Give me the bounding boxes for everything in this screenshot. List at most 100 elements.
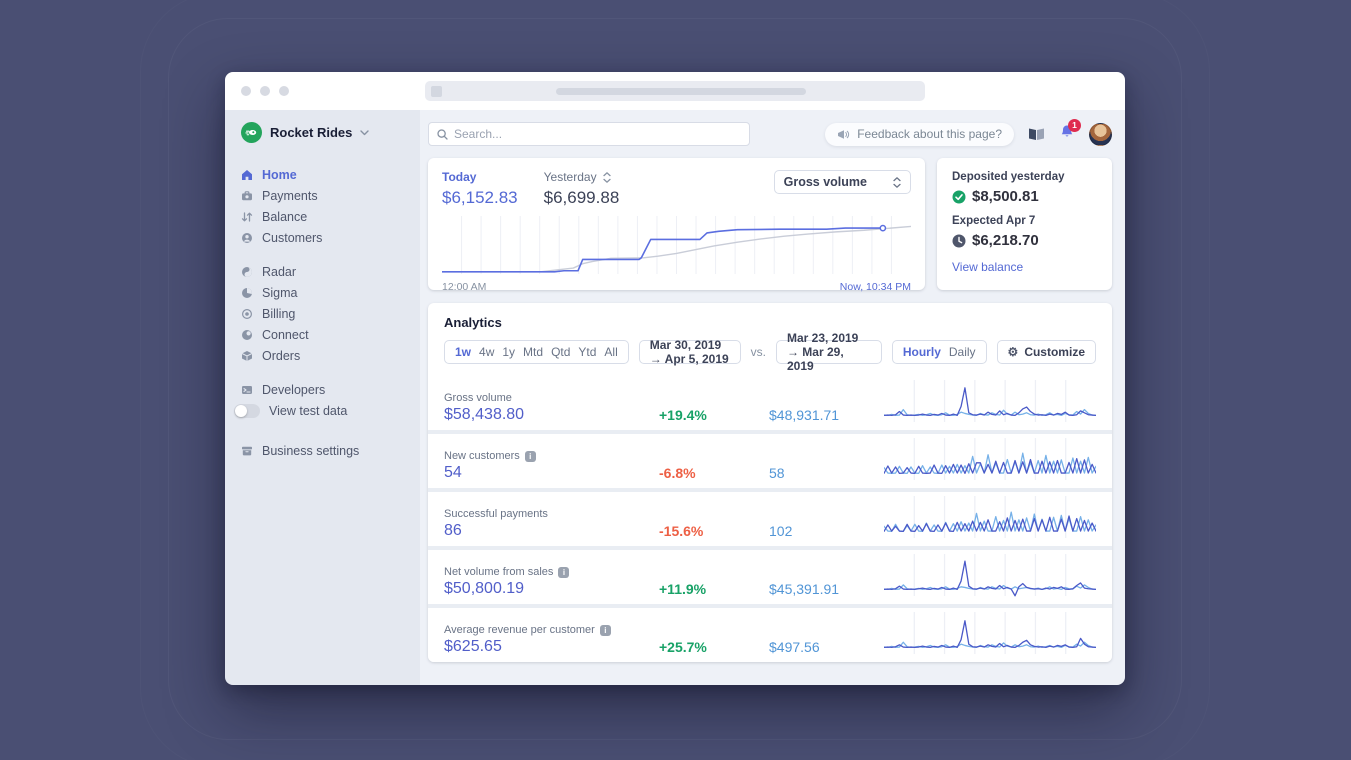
search-input[interactable] (454, 127, 741, 141)
metric-previous-value: $45,391.91 (769, 581, 840, 597)
payments-icon (241, 190, 253, 202)
nav-group-products: Radar Sigma Billing Connect Orders (241, 262, 420, 366)
sidebar-item-business-settings[interactable]: Business settings (241, 441, 420, 461)
metric-delta: +11.9% (659, 581, 707, 597)
metric-label: Successful payments (444, 508, 548, 520)
notifications-button[interactable]: 1 (1059, 118, 1081, 145)
preset-4w[interactable]: 4w (479, 345, 494, 359)
toggle-knob (235, 405, 247, 417)
preset-all[interactable]: All (604, 345, 617, 359)
clock-icon (952, 234, 966, 247)
window-maximize-dot[interactable] (279, 86, 289, 96)
preset-ytd[interactable]: Ytd (578, 345, 596, 359)
granularity-daily[interactable]: Daily (949, 345, 976, 359)
updown-chevrons-icon[interactable] (602, 171, 611, 183)
sidebar-item-sigma[interactable]: Sigma (241, 283, 420, 303)
window-controls (241, 86, 289, 96)
megaphone-icon (838, 129, 850, 139)
overview-header: Today $6,152.83 Yesterday $6,699.88 Gros… (442, 170, 911, 208)
compare-range-button[interactable]: Mar 23, 2019 → Mar 29, 2019 (775, 331, 882, 373)
yesterday-label: Yesterday (543, 170, 597, 184)
metric-row-new-customers: New customers i 54 -6.8% 58 (428, 434, 1112, 488)
sidebar-item-customers[interactable]: Customers (241, 228, 420, 248)
metric-delta: +25.7% (659, 639, 707, 655)
metric-row-successful-payments: Successful paymentsi 86 -15.6% 102 (428, 492, 1112, 546)
preset-mtd[interactable]: Mtd (523, 345, 543, 359)
today-value: $6,152.83 (442, 188, 518, 207)
analytics-title: Analytics (444, 315, 502, 330)
vs-label: vs. (750, 345, 766, 359)
account-name: Rocket Rides (270, 125, 353, 140)
range-preset-group: 1w 4w 1y Mtd Qtd Ytd All (444, 340, 629, 364)
sidebar-item-developers[interactable]: Developers (241, 380, 420, 400)
sidebar-item-label: Billing (262, 307, 296, 321)
preset-1y[interactable]: 1y (502, 345, 515, 359)
window-close-dot[interactable] (241, 86, 251, 96)
sidebar-item-label: Sigma (262, 286, 298, 300)
metric-select-value: Gross volume (783, 175, 867, 189)
info-icon[interactable]: i (524, 450, 536, 462)
sparkline-chart (884, 496, 1096, 538)
metric-delta: -15.6% (659, 523, 704, 539)
overview-line-chart (442, 216, 911, 274)
yesterday-value: $6,699.88 (543, 188, 620, 207)
feedback-button[interactable]: Feedback about this page? (825, 122, 1014, 146)
docs-book-icon[interactable] (1028, 127, 1045, 141)
sidebar-item-label: Payments (262, 189, 318, 203)
sidebar-item-billing[interactable]: Billing (241, 304, 420, 324)
tab-yesterday[interactable]: Yesterday $6,699.88 (544, 170, 620, 208)
account-switcher[interactable]: Rocket Rides (241, 122, 420, 143)
top-bar-actions: Feedback about this page? 1 (825, 118, 1112, 146)
metric-value: $625.65 (444, 638, 502, 655)
metric-previous-value: $497.56 (769, 639, 820, 655)
sparkline-chart (884, 438, 1096, 480)
user-avatar[interactable] (1089, 122, 1112, 146)
metric-delta: +19.4% (659, 407, 707, 423)
archive-icon (241, 445, 253, 457)
info-icon[interactable]: i (558, 566, 570, 578)
overview-chart-card: Today $6,152.83 Yesterday $6,699.88 Gros… (428, 158, 925, 293)
analytics-card: Analytics 1w 4w 1y Mtd Qtd Ytd All Mar 3… (428, 303, 1112, 662)
test-data-toggle[interactable] (234, 404, 260, 418)
browser-titlebar (225, 72, 1125, 110)
granularity-hourly[interactable]: Hourly (903, 345, 941, 359)
nav-group-primary: Home Payments Balance Customers (241, 165, 420, 248)
search-box[interactable] (428, 122, 750, 146)
sidebar-item-label: Home (262, 168, 297, 182)
metric-rows: Gross volume i $58,438.80 +19.4% $48,931.… (428, 376, 1112, 662)
tab-today[interactable]: Today $6,152.83 (442, 170, 518, 208)
billing-icon (241, 308, 253, 320)
metric-delta: -6.8% (659, 465, 696, 481)
window-minimize-dot[interactable] (260, 86, 270, 96)
view-balance-link[interactable]: View balance (952, 260, 1097, 274)
metric-label: Net volume from sales (444, 566, 554, 578)
metric-value: $50,800.19 (444, 580, 525, 597)
rocket-rides-logo-icon (241, 122, 262, 143)
metric-value: 86 (444, 522, 462, 539)
browser-url-bar[interactable] (425, 81, 925, 101)
date-range-button[interactable]: Mar 30, 2019 → Apr 5, 2019 (638, 338, 741, 366)
gear-icon: ⚙ (1007, 345, 1019, 359)
sidebar-item-payments[interactable]: Payments (241, 186, 420, 206)
metric-select[interactable]: Gross volume (773, 170, 911, 194)
granularity-group: Hourly Daily (891, 340, 987, 364)
customize-button[interactable]: ⚙ Customize (996, 340, 1096, 364)
info-icon[interactable]: i (599, 624, 611, 636)
home-icon (241, 169, 253, 181)
sidebar-item-connect[interactable]: Connect (241, 325, 420, 345)
sidebar-item-home[interactable]: Home (241, 165, 420, 185)
sidebar-item-radar[interactable]: Radar (241, 262, 420, 282)
metric-row-average-revenue: Average revenue per customer i $625.65 +2… (428, 608, 1112, 662)
metric-previous-value: $48,931.71 (769, 407, 840, 423)
sidebar-item-balance[interactable]: Balance (241, 207, 420, 227)
preset-1w[interactable]: 1w (455, 345, 471, 359)
browser-window: Rocket Rides Home Payments Balance Custo… (225, 72, 1125, 685)
balance-icon (241, 211, 253, 223)
metric-row-net-volume: Net volume from sales i $50,800.19 +11.9%… (428, 550, 1112, 604)
sidebar-item-view-test-data[interactable]: View test data (234, 401, 420, 421)
sparkline-chart (884, 612, 1096, 654)
metric-row-gross-volume: Gross volumei $58,438.80 +19.4% $48,931.… (428, 376, 1112, 430)
sidebar-item-orders[interactable]: Orders (241, 346, 420, 366)
metric-label: New customers (444, 450, 520, 462)
preset-qtd[interactable]: Qtd (551, 345, 570, 359)
